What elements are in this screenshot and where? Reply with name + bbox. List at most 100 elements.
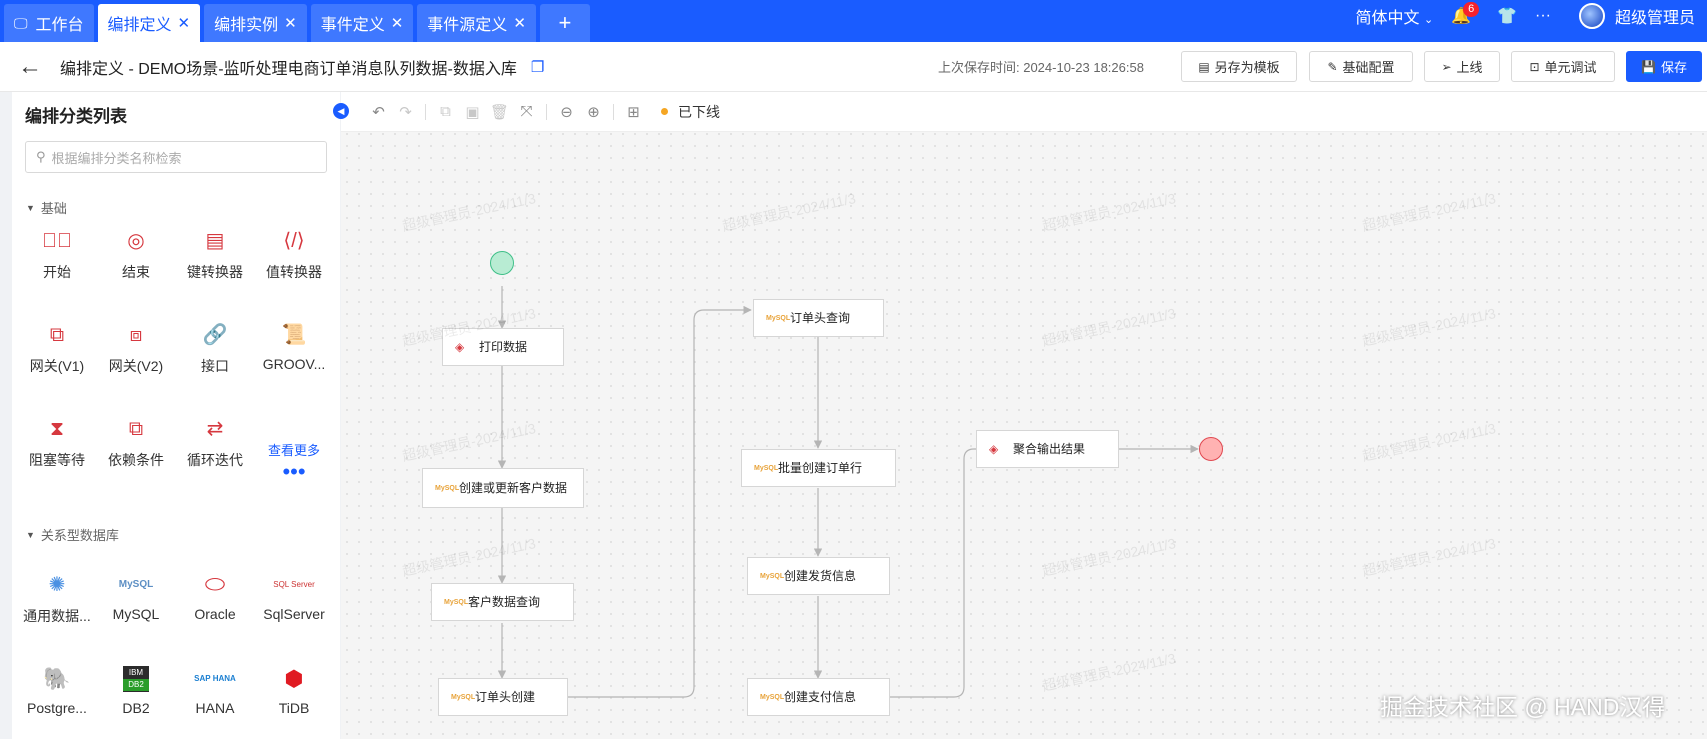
mysql-icon: MySQL: [435, 484, 460, 492]
tab-label: 事件定义: [320, 17, 385, 34]
flow-edges: [497, 286, 1199, 698]
mysql-icon: MySQL: [451, 693, 476, 701]
page-header: ← 编排定义 - DEMO场景-监听处理电商订单消息队列数据-数据入库 ❐ 上次…: [0, 42, 1707, 92]
loop-icon: ⇄: [206, 418, 224, 440]
flow-canvas[interactable]: ↶ ↷ ⧉ ▣ 🗑 ⤧ ⊖ ⊕ ⊞ 已下线 ◈ 打印数据 MySQL 创建或更新…: [341, 92, 1707, 739]
close-icon[interactable]: ✕: [391, 14, 404, 32]
tool-sqlserver[interactable]: SQL Server SqlServer: [254, 572, 334, 622]
flow-node-upsert-customer[interactable]: MySQL 创建或更新客户数据: [422, 468, 584, 508]
user-menu[interactable]: 超级管理员: [1569, 3, 1695, 29]
tool-oracle[interactable]: ⬭ Oracle: [175, 571, 255, 623]
save-icon: 💾: [1641, 59, 1656, 74]
code-icon: ⟨/⟩: [283, 230, 305, 252]
mysql-icon: MySQL: [760, 693, 785, 701]
tab-workbench[interactable]: 🖵 工作台: [4, 4, 94, 42]
footer-watermark: 掘金技术社区 @ HAND汉得: [1380, 694, 1666, 720]
tab-event-source-definition[interactable]: 事件源定义 ✕: [417, 4, 536, 42]
online-button[interactable]: ➢ 上线: [1424, 51, 1500, 82]
script-icon: 📜: [281, 324, 307, 346]
back-arrow-icon[interactable]: ←: [18, 53, 48, 81]
play-circle-icon: ▷⃝: [42, 230, 72, 252]
db2-icon: IBM DB2: [123, 666, 149, 692]
view-more-link[interactable]: 查看更多 •••: [254, 440, 334, 493]
tab-orchestration-instance[interactable]: 编排实例 ✕: [204, 4, 307, 42]
generic-db-icon: ✺: [48, 574, 66, 596]
section-relational-db[interactable]: ▼ 关系型数据库: [26, 525, 119, 544]
avatar: [1578, 3, 1605, 29]
tool-loop-iteration[interactable]: ⇄ 循环迭代: [175, 416, 255, 470]
caret-down-icon: ▼: [26, 202, 35, 213]
user-name: 超级管理员: [1614, 10, 1695, 27]
tool-end[interactable]: ◎ 结束: [96, 228, 176, 282]
tool-value-converter[interactable]: ⟨/⟩ 值转换器: [254, 228, 334, 282]
flow-end-node[interactable]: [1199, 437, 1223, 461]
save-as-template-button[interactable]: ▤ 另存为模板: [1181, 51, 1297, 82]
tab-label: 编排实例: [214, 17, 279, 34]
collapse-sidebar-button[interactable]: ◀: [333, 103, 349, 119]
mysql-icon: MySQL: [118, 579, 154, 590]
flow-node-shipping-info[interactable]: MySQL 创建发货信息: [747, 557, 890, 595]
save-button[interactable]: 💾 保存: [1626, 51, 1702, 82]
copy-icon[interactable]: ❐: [531, 58, 544, 76]
flow-start-node[interactable]: [490, 251, 514, 275]
tool-db2[interactable]: IBM DB2 DB2: [96, 666, 176, 716]
mysql-icon: MySQL: [760, 572, 785, 580]
key-converter-icon: ▤: [205, 230, 225, 252]
flow-node-aggregate-output[interactable]: ◈ 聚合输出结果: [976, 430, 1119, 468]
edge-create-orderquery: [566, 305, 752, 698]
postgresql-icon: 🐘: [43, 666, 71, 691]
link-icon: 🔗: [202, 324, 228, 346]
edge-payment-aggregate: [890, 444, 1027, 698]
flow-node-print-data[interactable]: ◈ 打印数据: [442, 328, 564, 366]
tab-event-definition[interactable]: 事件定义 ✕: [310, 4, 414, 42]
mysql-icon: MySQL: [754, 464, 779, 472]
stop-circle-icon: ◎: [127, 230, 145, 252]
language-selector[interactable]: 简体中文 ⌄: [1355, 4, 1433, 28]
close-icon[interactable]: ✕: [284, 14, 297, 32]
edit-icon: ✎: [1327, 59, 1338, 74]
section-basic[interactable]: ▼ 基础: [26, 198, 67, 217]
add-tab-button[interactable]: +: [539, 4, 590, 42]
tab-label: 编排定义: [107, 17, 172, 34]
category-search-input[interactable]: ⚲ 根据编排分类名称检索: [25, 141, 327, 173]
tool-key-converter[interactable]: ▤ 键转换器: [175, 228, 255, 282]
close-icon[interactable]: ✕: [513, 14, 526, 32]
hana-icon: SAP HANA: [194, 674, 236, 683]
tool-postgresql[interactable]: 🐘 Postgre...: [17, 666, 97, 716]
gateway-v1-icon: ⧉: [49, 324, 65, 346]
unit-test-button[interactable]: ⊡ 单元调试: [1511, 51, 1615, 82]
chevron-left-icon: ◀: [337, 105, 345, 116]
tool-gateway-v2[interactable]: ⧈ 网关(V2): [96, 322, 176, 376]
flow-node-customer-query[interactable]: MySQL 客户数据查询: [431, 583, 574, 621]
print-data-icon: ◈: [455, 340, 465, 354]
dependency-icon: ⧉: [128, 418, 144, 440]
flow-node-order-header-create[interactable]: MySQL 订单头创建: [438, 678, 568, 716]
tool-gateway-v1[interactable]: ⧉ 网关(V1): [17, 322, 97, 376]
tool-dependency-condition[interactable]: ⧉ 依赖条件: [96, 416, 176, 470]
sqlserver-icon: SQL Server: [273, 580, 315, 589]
close-icon[interactable]: ✕: [178, 14, 191, 32]
tool-mysql[interactable]: MySQL MySQL: [96, 572, 176, 622]
oracle-icon: ⬭: [204, 571, 226, 598]
tab-orchestration-definition[interactable]: 编排定义 ✕: [97, 4, 201, 42]
gateway-v2-icon: ⧈: [129, 324, 143, 346]
tool-groovy[interactable]: 📜 GROOV...: [254, 322, 334, 372]
tab-label: 工作台: [35, 17, 84, 34]
notification-button[interactable]: 🔔 6: [1451, 2, 1480, 26]
tool-interface[interactable]: 🔗 接口: [175, 322, 255, 376]
tool-start[interactable]: ▷⃝ 开始: [17, 228, 97, 282]
more-icon[interactable]: ···: [1535, 7, 1551, 25]
monitor-icon: 🖵: [14, 14, 28, 31]
shirt-icon[interactable]: 👕: [1497, 6, 1517, 26]
flow-node-payment-info[interactable]: MySQL 创建支付信息: [747, 678, 890, 716]
flow-node-batch-order-lines[interactable]: MySQL 批量创建订单行: [741, 449, 896, 487]
print-data-icon: ◈: [989, 442, 999, 456]
tool-hana[interactable]: SAP HANA HANA: [175, 666, 255, 716]
basic-config-button[interactable]: ✎ 基础配置: [1309, 51, 1413, 82]
caret-down-icon: ▼: [26, 529, 35, 540]
tool-tidb[interactable]: ⬢ TiDB: [254, 666, 334, 716]
tool-generic-db[interactable]: ✺ 通用数据...: [17, 572, 97, 626]
tool-blocking-wait[interactable]: ⧗ 阻塞等待: [17, 416, 97, 470]
hourglass-icon: ⧗: [49, 418, 65, 440]
flow-node-order-header-query[interactable]: MySQL 订单头查询: [753, 299, 884, 337]
